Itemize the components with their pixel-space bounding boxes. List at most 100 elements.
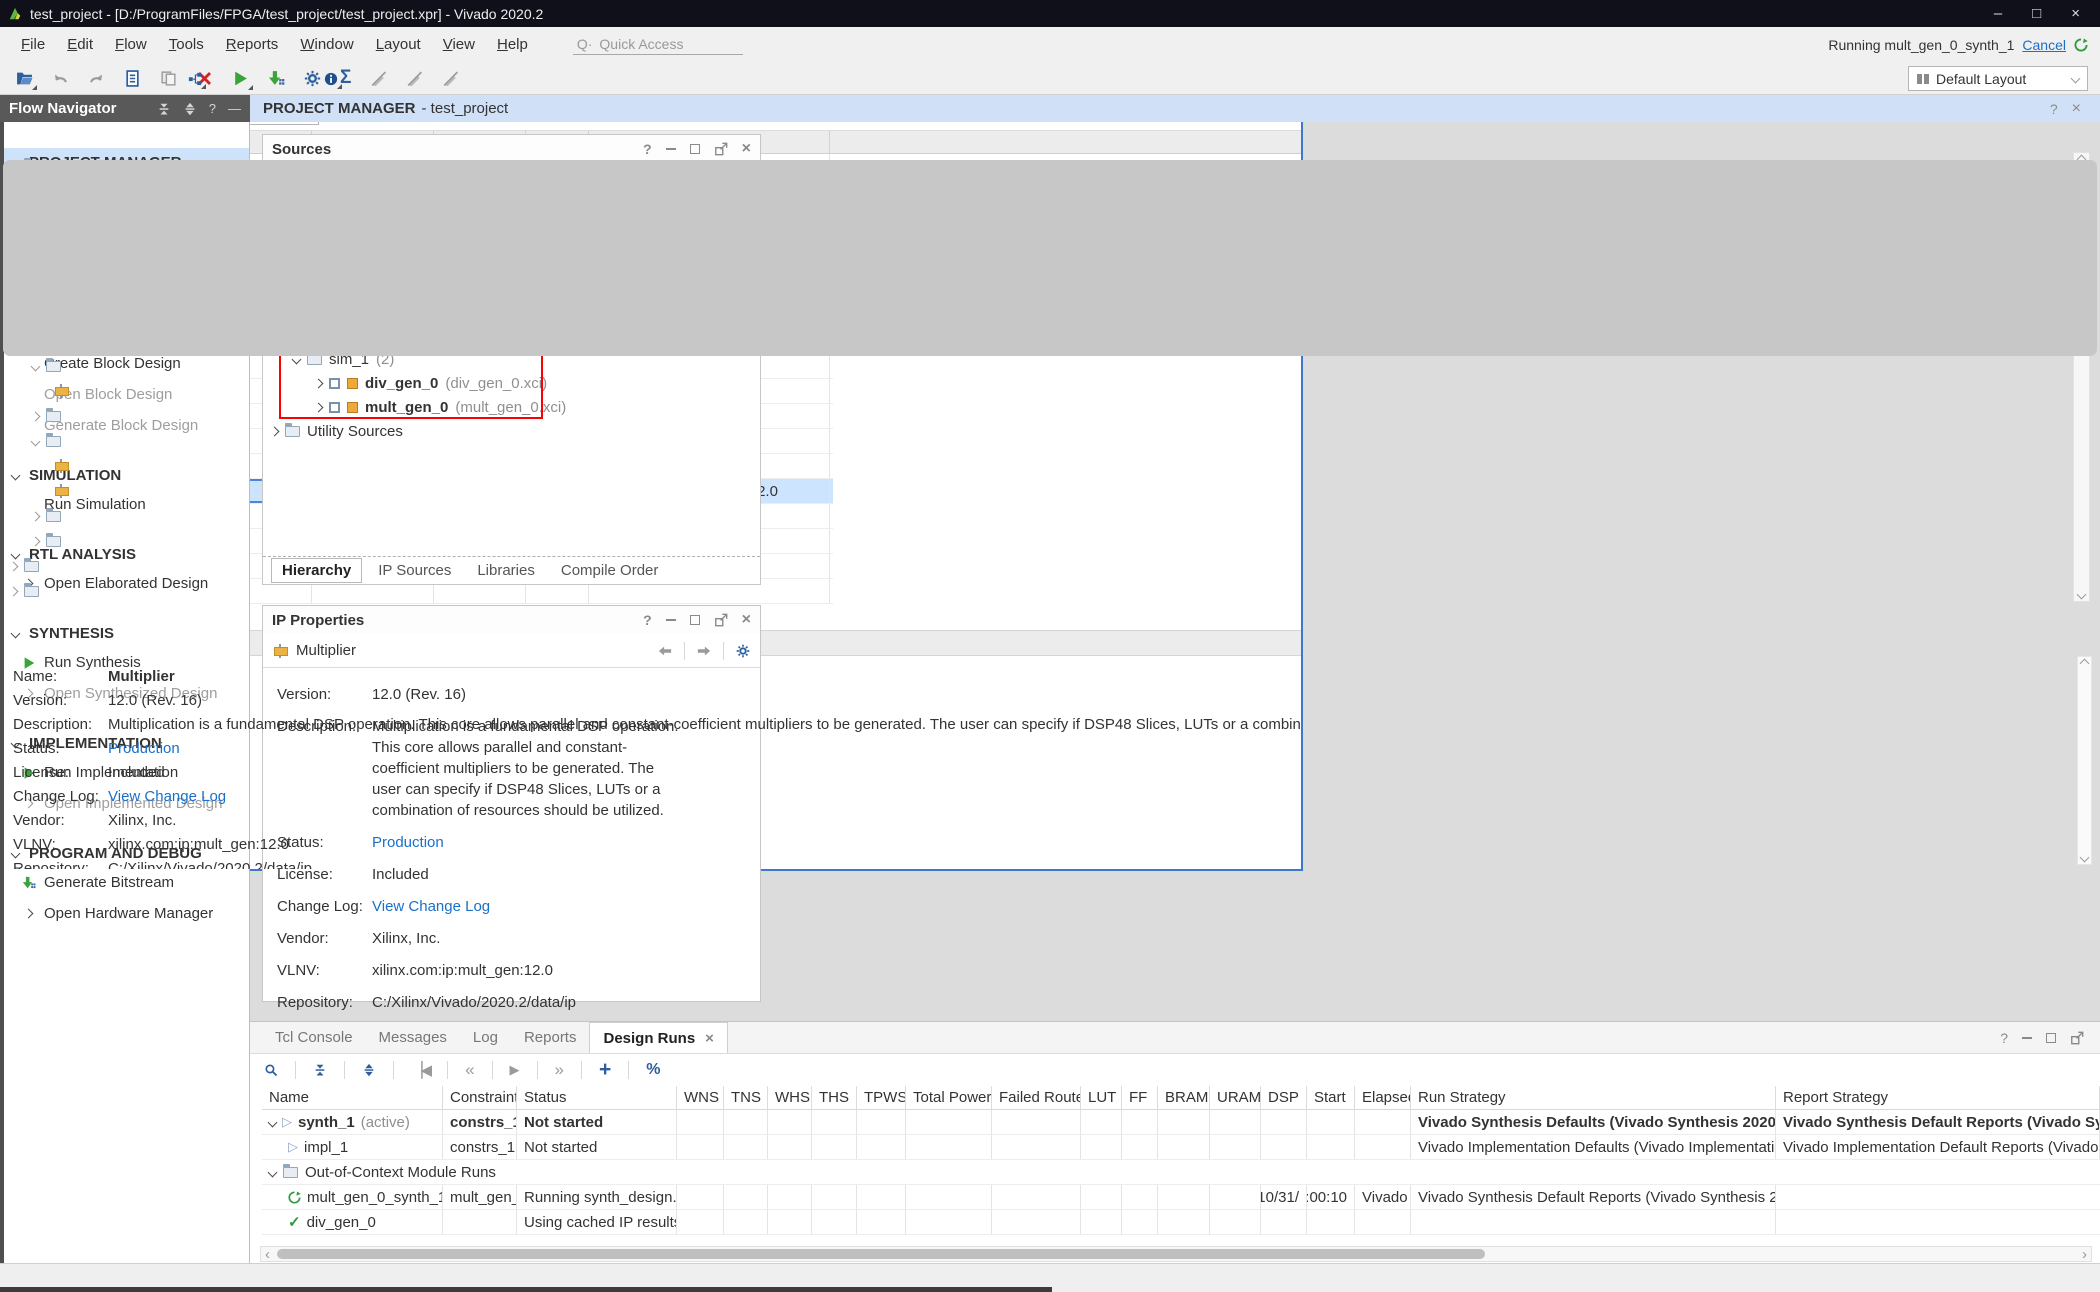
sidebar-item-open-hardware-manager[interactable]: Open Hardware Manager xyxy=(0,898,249,929)
menu-layout[interactable]: Layout xyxy=(365,32,432,57)
close-icon[interactable]: × xyxy=(2072,100,2081,118)
details-scrollbar[interactable] xyxy=(2077,656,2092,865)
copy-icon[interactable] xyxy=(160,70,177,87)
expand-all-icon[interactable] xyxy=(183,102,197,116)
taxonomy-icon[interactable] xyxy=(188,72,202,86)
search-icon[interactable] xyxy=(264,1063,278,1077)
minimize-icon[interactable] xyxy=(666,148,676,150)
help-icon[interactable]: ? xyxy=(209,101,216,116)
sidebar-item-generate-bitstream[interactable]: Generate Bitstream xyxy=(0,867,249,898)
tab-design-runs[interactable]: Design Runs× xyxy=(589,1022,727,1053)
menu-file[interactable]: File xyxy=(10,32,56,57)
main-toolbar: Σ Default Layout xyxy=(0,62,2100,95)
horizontal-scrollbar-thumb[interactable] xyxy=(277,1249,1485,1259)
run-icon[interactable] xyxy=(232,70,249,87)
menu-view[interactable]: View xyxy=(432,32,486,57)
generate-bitstream-icon[interactable] xyxy=(268,70,285,87)
scroll-down-icon[interactable] xyxy=(2077,590,2087,600)
minimize-icon[interactable] xyxy=(2022,1037,2032,1039)
chevron-down-icon xyxy=(11,470,21,480)
close-icon[interactable]: × xyxy=(2071,5,2080,22)
chevron-right-icon xyxy=(270,426,280,436)
tree-item-sim-mult-gen[interactable]: mult_gen_0(mult_gen_0.xci) xyxy=(263,395,760,419)
menu-help[interactable]: Help xyxy=(486,32,539,57)
minimize-icon[interactable]: – xyxy=(1994,5,2002,22)
horizontal-scrollbar[interactable]: ‹ › xyxy=(260,1246,2092,1262)
menu-tools[interactable]: Tools xyxy=(158,32,215,57)
collapse-all-icon[interactable] xyxy=(313,1063,327,1077)
ip-core-icon xyxy=(54,459,68,473)
ip-properties-title: IP Properties xyxy=(272,612,364,629)
float-icon[interactable] xyxy=(2070,1031,2084,1045)
cancel-run-link[interactable]: Cancel xyxy=(2022,37,2066,53)
tree-item-sim-div-gen[interactable]: div_gen_0(div_gen_0.xci) xyxy=(263,371,760,395)
add-run-icon[interactable]: + xyxy=(599,1058,611,1082)
maximize-icon[interactable]: □ xyxy=(2032,5,2041,22)
catalog-scrollbar-thumb[interactable] xyxy=(3,160,2097,356)
expand-all-icon[interactable] xyxy=(362,1063,376,1077)
view-change-log-link[interactable]: View Change Log xyxy=(372,896,490,917)
float-icon[interactable] xyxy=(714,613,728,627)
minimize-panel-icon[interactable]: — xyxy=(228,101,241,116)
collapse-all-icon[interactable] xyxy=(157,102,171,116)
undo-icon[interactable] xyxy=(52,70,69,87)
menu-edit[interactable]: Edit xyxy=(56,32,104,57)
maximize-icon[interactable] xyxy=(690,615,700,625)
tab-libraries[interactable]: Libraries xyxy=(467,559,545,582)
menu-flow[interactable]: Flow xyxy=(104,32,158,57)
menu-window[interactable]: Window xyxy=(289,32,364,57)
help-icon[interactable]: ? xyxy=(2000,1030,2008,1046)
help-icon[interactable]: ? xyxy=(2050,101,2058,117)
run-row-impl-1[interactable]: ▷impl_1 constrs_1 Not started Vivado Imp… xyxy=(262,1135,2100,1160)
detail-view-change-log-link[interactable]: View Change Log xyxy=(108,788,226,805)
tab-compile-order[interactable]: Compile Order xyxy=(551,559,669,582)
folder-icon xyxy=(46,436,61,447)
run-row-synth-1[interactable]: ▷synth_1(active) constrs_1 Not started V… xyxy=(262,1110,2100,1135)
scroll-down-icon[interactable] xyxy=(2080,853,2090,863)
minimize-icon[interactable] xyxy=(666,619,676,621)
ip-icon xyxy=(329,402,340,413)
detail-status-link[interactable]: Production xyxy=(108,740,180,757)
title-bar: test_project - [D:/ProgramFiles/FPGA/tes… xyxy=(0,0,2100,27)
save-report-icon[interactable] xyxy=(124,70,141,87)
help-icon[interactable]: ? xyxy=(643,141,652,157)
folder-icon xyxy=(46,536,61,547)
tree-item-utility-sources[interactable]: Utility Sources xyxy=(263,419,760,443)
maximize-icon[interactable] xyxy=(2046,1033,2056,1043)
tab-reports[interactable]: Reports xyxy=(511,1022,590,1053)
folder-icon xyxy=(24,561,39,572)
tab-hierarchy[interactable]: Hierarchy xyxy=(271,558,362,583)
ip-icon xyxy=(329,378,340,389)
taskbar-edge xyxy=(0,1287,1052,1292)
quick-access-input[interactable]: Q· Quick Access xyxy=(573,34,743,55)
run-row-div-gen[interactable]: ✓div_gen_0 Using cached IP results xyxy=(262,1210,2100,1235)
tab-log[interactable]: Log xyxy=(460,1022,511,1053)
sidebar-section-synthesis[interactable]: SYNTHESIS xyxy=(0,619,249,647)
maximize-icon[interactable] xyxy=(690,144,700,154)
settings-gear-icon[interactable] xyxy=(304,70,321,87)
module-icon xyxy=(347,378,358,389)
float-icon[interactable] xyxy=(714,142,728,156)
info-icon[interactable] xyxy=(324,72,338,86)
layout-selector[interactable]: Default Layout xyxy=(1908,66,2088,91)
scroll-left-icon[interactable]: ‹ xyxy=(261,1246,274,1263)
sidebar-section-simulation[interactable]: SIMULATION xyxy=(0,461,249,489)
help-icon[interactable]: ? xyxy=(643,612,652,628)
run-group-out-of-context[interactable]: Out-of-Context Module Runs xyxy=(262,1160,2100,1185)
tab-messages[interactable]: Messages xyxy=(366,1022,460,1053)
run-row-mult-gen-synth[interactable]: mult_gen_0_synth_1 mult_gen_0 Running sy… xyxy=(262,1185,2100,1210)
menu-reports[interactable]: Reports xyxy=(215,32,290,57)
close-icon[interactable]: × xyxy=(705,1030,714,1047)
folder-icon xyxy=(46,361,61,372)
percent-icon[interactable]: % xyxy=(646,1061,660,1079)
scroll-right-icon[interactable]: › xyxy=(2078,1246,2091,1263)
close-icon[interactable]: × xyxy=(742,140,751,158)
redo-icon[interactable] xyxy=(88,70,105,87)
tab-tcl-console[interactable]: Tcl Console xyxy=(262,1022,366,1053)
scroll-up-icon[interactable] xyxy=(2080,659,2090,669)
close-icon[interactable]: × xyxy=(742,611,751,629)
open-project-icon[interactable] xyxy=(16,70,33,87)
chevron-down-icon xyxy=(2071,74,2081,84)
tab-ip-sources[interactable]: IP Sources xyxy=(368,559,461,582)
detail-version: 12.0 (Rev. 16) xyxy=(108,692,202,709)
